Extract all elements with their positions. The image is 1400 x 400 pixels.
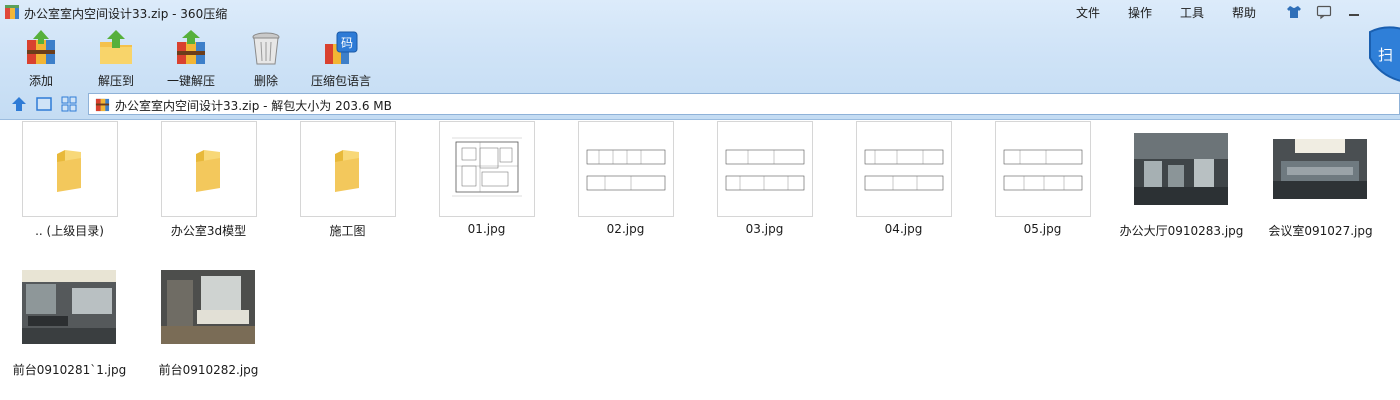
item-name: 04.jpg [884, 222, 923, 236]
item-name: 02.jpg [606, 222, 645, 236]
file-item-3d-model-folder[interactable]: 办公室3d模型 [139, 121, 278, 256]
up-arrow-icon[interactable] [10, 96, 28, 112]
folder-icon [57, 150, 81, 192]
item-thumbnail [578, 121, 674, 217]
large-icon-view-icon[interactable] [35, 96, 53, 112]
item-thumbnail [300, 121, 396, 217]
file-item-01-jpg[interactable]: 01.jpg [417, 121, 556, 256]
file-grid: .. (上级目录) 办公室3d模型 施工图 01.jpg 02.jpg 03.j… [0, 121, 1400, 400]
folder-icon [335, 150, 359, 192]
security-scan-label: 扫 [1378, 46, 1394, 64]
feedback-icon[interactable] [1316, 4, 1332, 20]
item-name: 办公室3d模型 [170, 224, 247, 238]
one-click-extract-button[interactable]: 一键解压 [155, 28, 227, 90]
item-name: 03.jpg [745, 222, 784, 236]
item-thumbnail [161, 260, 257, 356]
item-thumbnail [995, 121, 1091, 217]
archive-language-icon: 码 [325, 31, 358, 64]
skin-shirt-icon[interactable] [1286, 4, 1302, 20]
file-item-05-jpg[interactable]: 05.jpg [973, 121, 1112, 256]
menu-file[interactable]: 文件 [1076, 4, 1100, 21]
elevation-drawing-thumbnail [586, 149, 666, 191]
extract-to-button-label: 解压到 [97, 74, 134, 88]
extract-to-icon [100, 30, 132, 64]
item-thumbnail [856, 121, 952, 217]
one-click-extract-button-label: 一键解压 [166, 74, 215, 88]
add-archive-icon [27, 30, 55, 64]
delete-bin-icon [252, 32, 280, 65]
file-item-reception-jpg[interactable]: 前台0910282.jpg [139, 260, 278, 395]
file-item-02-jpg[interactable]: 02.jpg [556, 121, 695, 256]
item-thumbnail [161, 121, 257, 217]
item-thumbnail [22, 121, 118, 217]
file-item-construction-folder[interactable]: 施工图 [278, 121, 417, 256]
app-archive-icon [5, 5, 19, 19]
small-icon-view-icon[interactable] [60, 96, 78, 112]
item-thumbnail [439, 121, 535, 217]
window-title: 办公室室内空间设计33.zip - 360压缩 [24, 7, 228, 21]
address-bar: 办公室室内空间设计33.zip - 解包大小为 203.6 MB [0, 92, 1400, 116]
path-text: 办公室室内空间设计33.zip - 解包大小为 203.6 MB [115, 99, 392, 113]
folder-icon [196, 150, 220, 192]
archive-language-button-label: 压缩包语言 [310, 74, 371, 88]
item-thumbnail [717, 121, 813, 217]
window-chrome: 办公室室内空间设计33.zip - 360压缩 文件 操作 工具 帮助 添加 解… [0, 0, 1400, 120]
item-name: 会议室091027.jpg [1268, 224, 1373, 238]
minimize-icon[interactable] [1346, 4, 1362, 20]
item-name: 前台0910282.jpg [158, 363, 259, 377]
add-button-label: 添加 [28, 74, 53, 88]
reception-photo-thumbnail [161, 270, 255, 344]
item-thumbnail [1134, 121, 1230, 217]
item-name: .. (上级目录) [35, 224, 104, 238]
delete-button-label: 删除 [253, 74, 278, 88]
add-button[interactable]: 添加 [5, 28, 77, 90]
title-bar: 办公室室内空间设计33.zip - 360压缩 文件 操作 工具 帮助 [0, 0, 1400, 24]
item-name: 办公大厅0910283.jpg [1119, 224, 1244, 238]
office-hall-photo-thumbnail [1134, 133, 1228, 205]
svg-text:码: 码 [341, 36, 353, 50]
elevation-drawing-thumbnail [1003, 149, 1083, 191]
item-name: 05.jpg [1023, 222, 1062, 236]
archive-language-button[interactable]: 码 压缩包语言 [305, 28, 377, 90]
item-name: 前台0910281`1.jpg [12, 363, 127, 377]
file-item-office-hall-jpg[interactable]: 办公大厅0910283.jpg [1112, 121, 1251, 256]
file-item-parent[interactable]: .. (上级目录) [0, 121, 139, 256]
archive-file-icon [95, 98, 110, 112]
elevation-drawing-thumbnail [864, 149, 944, 191]
elevation-drawing-thumbnail [725, 149, 805, 191]
path-box[interactable]: 办公室室内空间设计33.zip - 解包大小为 203.6 MB [88, 93, 1400, 115]
item-thumbnail [1273, 121, 1369, 217]
item-thumbnail [22, 260, 118, 356]
delete-button[interactable]: 删除 [230, 28, 302, 90]
one-click-extract-icon [177, 30, 205, 64]
file-item-03-jpg[interactable]: 03.jpg [695, 121, 834, 256]
file-item-04-jpg[interactable]: 04.jpg [834, 121, 973, 256]
meeting-room-photo-thumbnail [1273, 139, 1367, 199]
menu-operate[interactable]: 操作 [1128, 4, 1152, 21]
menu-tools[interactable]: 工具 [1180, 4, 1204, 21]
menu-help[interactable]: 帮助 [1232, 4, 1256, 21]
item-name: 施工图 [329, 224, 366, 238]
floor-plan-thumbnail [452, 137, 522, 197]
item-name: 01.jpg [467, 222, 506, 236]
lobby-photo-thumbnail [22, 270, 116, 344]
extract-to-button[interactable]: 解压到 [80, 28, 152, 90]
file-item-lobby-1-jpg[interactable]: 前台0910281`1.jpg [0, 260, 139, 395]
file-item-meeting-room-jpg[interactable]: 会议室091027.jpg [1251, 121, 1390, 256]
